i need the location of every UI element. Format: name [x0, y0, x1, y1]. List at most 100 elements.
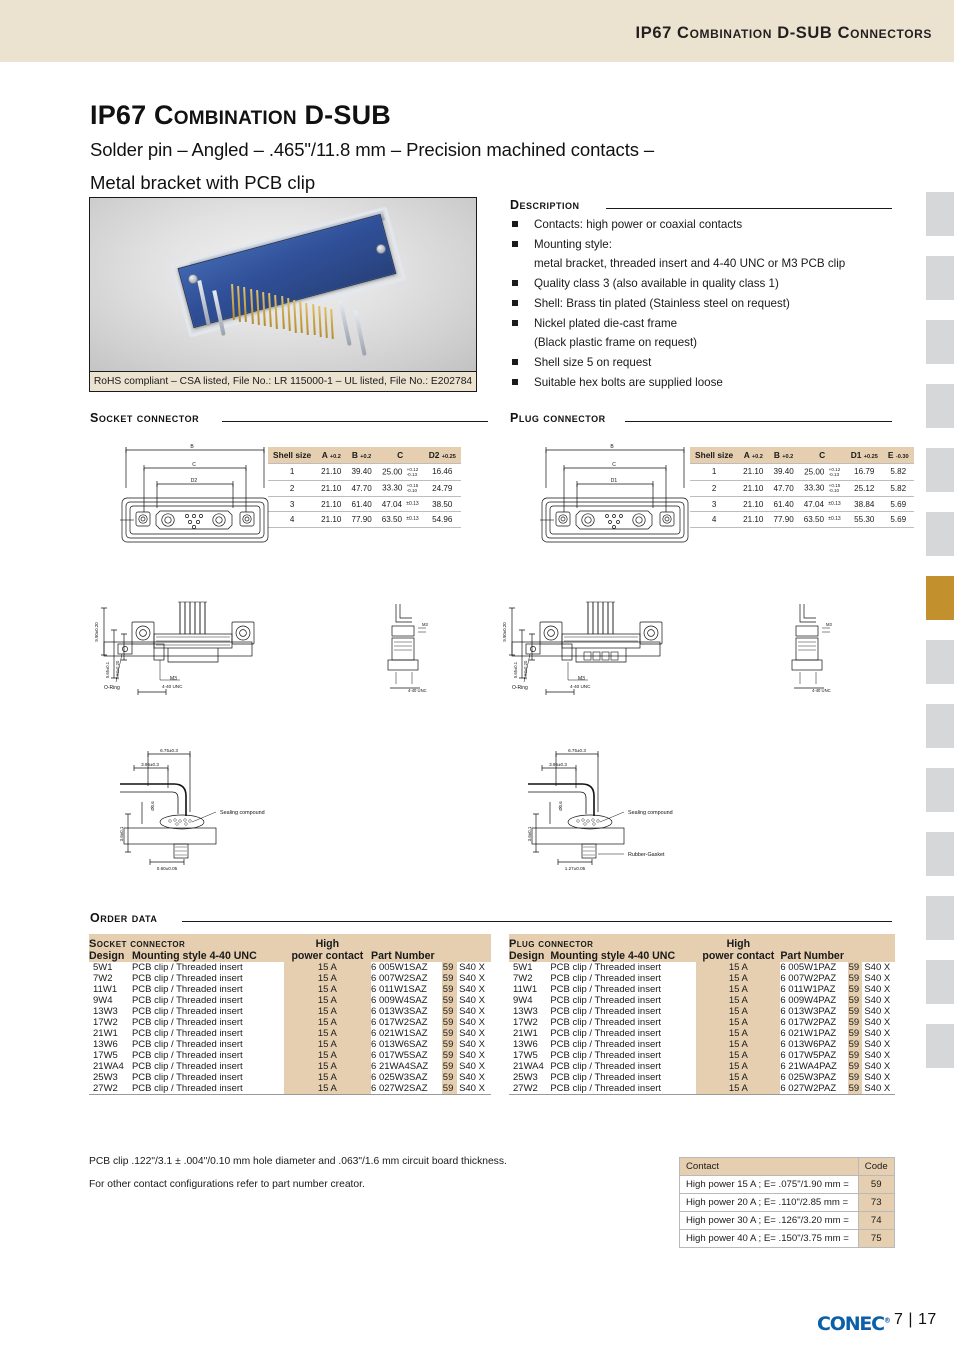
cell-design: 13W3 [513, 1006, 538, 1017]
cell-part-number-base: 6 013W3PAZ [780, 1006, 837, 1017]
side-tab-9[interactable] [926, 704, 954, 748]
cell-part-number-code: 59 [441, 1028, 458, 1039]
cell-part-number-base: 6 017W5PAZ [780, 1050, 837, 1061]
table-row: 21WA4 PCB clip / Threaded insert 15 A6 21W… [89, 1061, 491, 1072]
cell-part-number-base: 6 027W2SAZ [371, 1083, 442, 1095]
side-tab-11[interactable] [926, 832, 954, 876]
cell-part-number-code: 59 [847, 1050, 863, 1061]
dim-col-header: Shell size [690, 447, 739, 464]
dim-cell: 21.10 [316, 511, 347, 528]
conec-logo-text: CONEC [817, 1313, 885, 1335]
dim-cell: 33.30 +0.15 -0.10 [798, 480, 846, 498]
socket-side-detail-drawing: M3 4-40 UNC [378, 600, 448, 700]
cell-design: 27W2 [509, 1083, 551, 1095]
page-title: IP67 Combination D-SUB [90, 100, 391, 130]
dim-cell: 5.69 [882, 511, 914, 528]
socket-dimension-table: Shell size A +0.2 B +0.2 C D2 +0.25 1 21.10 39.… [268, 447, 461, 528]
order-col-mounting: Mounting style 4-40 UNC [131, 950, 284, 962]
dim-cell: 5.69 [882, 496, 914, 513]
description-item: Shell size 5 on request [510, 353, 910, 373]
cell-part-number-base: 6 017W2PAZ [780, 1017, 837, 1028]
cell-contact-code: 73 [857, 1193, 896, 1212]
cell-part-number-suffix: S40 X [459, 1039, 485, 1050]
cell-part-number-code: 59 [441, 1083, 458, 1095]
side-tab-10[interactable] [926, 768, 954, 812]
description-rule [606, 208, 892, 209]
side-tab-13[interactable] [926, 960, 954, 1004]
svg-text:Ø0.6: Ø0.6 [150, 801, 155, 811]
cell-part-number-base: 6 017W5SAZ [371, 1050, 428, 1061]
cell-part-number-code: 59 [847, 1017, 863, 1028]
dim-cell: 4 [690, 511, 739, 528]
dim-cell: 47.04 ±0.13 [376, 496, 424, 513]
side-tab-12[interactable] [926, 896, 954, 940]
cell-design: 7W2 [513, 973, 533, 984]
cell-part-number-base: 6 025W3PAZ [780, 1072, 837, 1083]
socket-side-view-drawing: 9.90±0.20 5.65±0.1 8.63±0.20 O-Ring M3 4… [92, 600, 392, 710]
dim-row: 3 21.10 61.40 47.04 ±0.13 38.50 [268, 496, 461, 513]
side-tab-14[interactable] [926, 1024, 954, 1068]
dim-col-header: A +0.2 [316, 447, 347, 464]
dim-col-header: B +0.2 [768, 447, 799, 464]
side-tab-3[interactable] [926, 320, 954, 364]
table-row: 25W3 PCB clip / Threaded insert 15 A6 025W… [509, 1072, 895, 1083]
cell-design: 11W1 [93, 984, 118, 995]
cell-part-number-code: 59 [847, 995, 863, 1006]
cell-part-number-code: 59 [847, 1006, 863, 1017]
description-item-text: Contacts: high power or coaxial contacts [534, 218, 743, 231]
cell-mounting-style: PCB clip / Threaded insert [131, 1006, 243, 1017]
dim-cell: 25.00 +0.12 -0.13 [798, 463, 846, 481]
cell-mounting-style: PCB clip / Threaded insert [131, 984, 243, 995]
connector-power-lug [338, 300, 352, 346]
cell-contact-code: 75 [857, 1229, 896, 1248]
description-item-continuation: metal bracket, threaded insert and 4-40 … [534, 257, 846, 271]
cell-mounting-style: PCB clip / Threaded insert [550, 1061, 662, 1072]
side-tab-8[interactable] [926, 640, 954, 684]
svg-text:4-40 UNC: 4-40 UNC [408, 688, 427, 693]
cell-contact-description: High power 20 A ; E= .110"/2.85 mm = [679, 1193, 859, 1212]
cell-contact-code: 59 [857, 1175, 896, 1194]
cell-part-number-code: 59 [847, 1039, 863, 1050]
cell-high-power-contact: 15 A [696, 1006, 781, 1017]
cell-mounting-style: PCB clip / Threaded insert [550, 995, 662, 1006]
cell-mounting-style: PCB clip / Threaded insert [550, 1006, 662, 1017]
order-col-part-number: Part Number [371, 950, 491, 962]
bullet-square-icon [512, 319, 518, 326]
cell-high-power-contact: 15 A [696, 995, 781, 1006]
cell-design: 9W4 [513, 995, 533, 1006]
side-tab-2[interactable] [926, 256, 954, 300]
dim-cell: 21.10 [738, 511, 769, 528]
dim-cell: 47.70 [768, 480, 799, 498]
svg-text:M3: M3 [170, 676, 177, 682]
table-row: 9W4 PCB clip / Threaded insert 15 A6 009W4… [89, 995, 491, 1006]
side-tab-4[interactable] [926, 384, 954, 428]
cell-part-number-suffix: S40 X [864, 973, 891, 984]
svg-text:8.63±0.20: 8.63±0.20 [115, 660, 120, 679]
dim-cell: 21.10 [738, 480, 769, 498]
side-tab-5[interactable] [926, 448, 954, 492]
cell-contact-description: High power 30 A ; E= .126"/3.20 mm = [679, 1211, 859, 1230]
cell-part-number-code: 59 [847, 1083, 863, 1095]
dim-cell: 39.40 [768, 463, 799, 481]
contact-code-row: High power 30 A ; E= .126"/3.20 mm = 74 [679, 1211, 896, 1230]
plug-order-table: Plug connector High Design Mounting style … [509, 934, 895, 1095]
svg-text:9.90±0.20: 9.90±0.20 [94, 622, 99, 642]
socket-front-view-drawing: B C D2 A [120, 440, 270, 545]
side-tab-6[interactable] [926, 512, 954, 556]
bullet-square-icon [512, 280, 518, 287]
order-header-spacer [371, 934, 491, 950]
compliance-caption: RoHS compliant – CSA listed, File No.: L… [89, 372, 477, 392]
dim-row: 2 21.10 47.70 33.30 +0.15 -0.10 25.12 5.82 [690, 480, 914, 498]
dim-cell: 55.30 [845, 511, 883, 528]
cell-mounting-style: PCB clip / Threaded insert [550, 973, 662, 984]
svg-text:B: B [190, 444, 194, 450]
cell-high-power-contact: 15 A [283, 1061, 372, 1072]
side-tab-7[interactable] [926, 576, 954, 620]
svg-text:4-40 UNC: 4-40 UNC [162, 684, 183, 689]
bullet-square-icon [512, 221, 518, 227]
dim-cell: 3 [268, 496, 317, 513]
cell-part-number-suffix: S40 X [459, 984, 485, 995]
dim-row: 4 21.10 77.90 63.50 ±0.13 55.30 5.69 [690, 511, 914, 528]
cell-high-power-contact: 15 A [696, 1039, 781, 1050]
side-tab-1[interactable] [926, 192, 954, 236]
